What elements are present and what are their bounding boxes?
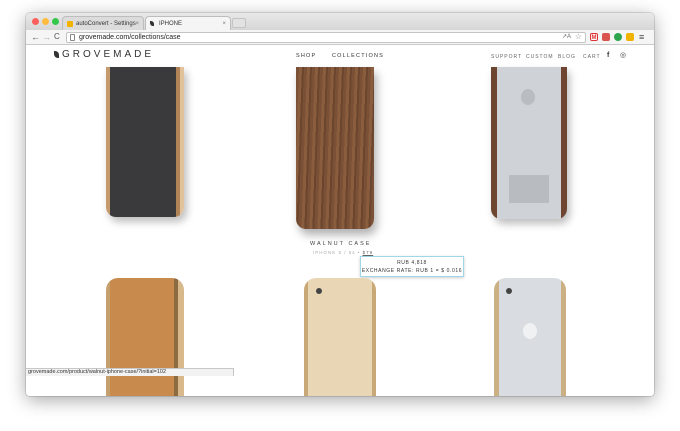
url-text: grovemade.com/collections/case: [79, 34, 181, 41]
forward-button[interactable]: →: [42, 31, 51, 43]
product-leather-case-image[interactable]: [106, 278, 184, 396]
tab-iphone[interactable]: IPHONE ×: [145, 16, 231, 30]
nav-collections[interactable]: COLLECTIONS: [332, 53, 384, 59]
product-walnut-bumper-image[interactable]: [491, 67, 567, 219]
minimize-window-button[interactable]: [42, 18, 49, 25]
menu-icon[interactable]: ≡: [639, 31, 644, 43]
camera-icon: [316, 288, 322, 294]
new-tab-button[interactable]: [232, 18, 246, 28]
product-subtitle: IPHONE 5 / 5s • $79: [313, 250, 374, 255]
back-button[interactable]: ←: [31, 31, 40, 43]
web-page: GROVEMADE SHOP COLLECTIONS SUPPORT CUSTO…: [26, 45, 654, 396]
product-price[interactable]: $79: [363, 250, 374, 255]
reload-button[interactable]: C: [54, 31, 60, 43]
product-walnut-case-image[interactable]: [296, 67, 374, 229]
translate-icon[interactable]: ↗A: [562, 33, 571, 42]
nav-blog[interactable]: BLOG: [558, 54, 576, 60]
tab-autoconvert-settings[interactable]: autoConvert - Settings ×: [62, 16, 144, 30]
page-icon: [70, 34, 75, 41]
leaf-logo-icon: [54, 51, 59, 58]
tooltip-exchange-rate: EXCHANGE RATE: RUB 1 = $ 0.016: [361, 268, 463, 274]
nav-cart[interactable]: CART: [583, 54, 601, 60]
nav-support[interactable]: SUPPORT: [491, 54, 522, 60]
apple-logo-icon: [521, 89, 535, 105]
browser-toolbar: ← → C grovemade.com/collections/case ↗A …: [26, 30, 654, 45]
autoconvert-icon: [67, 21, 73, 27]
browser-window: autoConvert - Settings × IPHONE × ← → C …: [26, 13, 654, 396]
product-name[interactable]: WALNUT CASE: [310, 241, 371, 247]
grovemade-favicon-icon: [150, 21, 154, 26]
bookmark-star-icon[interactable]: ☆: [575, 32, 582, 41]
tab-close-icon[interactable]: ×: [135, 17, 139, 30]
autoconvert-extension-icon[interactable]: [626, 33, 634, 41]
gmail-icon[interactable]: M: [590, 33, 598, 41]
address-bar[interactable]: grovemade.com/collections/case ↗A ☆: [66, 32, 586, 43]
tooltip-converted-price: RUB 4,818: [397, 260, 427, 266]
apple-logo-icon: [523, 323, 537, 339]
product-black-case-image[interactable]: [106, 67, 184, 217]
status-bar: grovemade.com/product/walnut-iphone-case…: [26, 368, 234, 376]
phone-label-area: [509, 175, 549, 203]
pocket-icon[interactable]: [602, 33, 610, 41]
tab-close-icon[interactable]: ×: [222, 17, 226, 30]
close-window-button[interactable]: [32, 18, 39, 25]
currency-tooltip: RUB 4,818 EXCHANGE RATE: RUB 1 = $ 0.016: [360, 256, 464, 277]
tab-bar: autoConvert - Settings × IPHONE ×: [26, 13, 654, 30]
product-maple-case-image[interactable]: [304, 278, 376, 396]
instagram-icon[interactable]: ◎: [620, 51, 626, 59]
site-header: GROVEMADE SHOP COLLECTIONS SUPPORT CUSTO…: [26, 45, 654, 65]
product-silver-bumper-image[interactable]: [494, 278, 566, 396]
nav-shop[interactable]: SHOP: [296, 53, 316, 59]
nav-custom[interactable]: CUSTOM: [526, 54, 554, 60]
facebook-icon[interactable]: f: [607, 52, 609, 59]
extension-green-icon[interactable]: [614, 33, 622, 41]
grovemade-logo[interactable]: GROVEMADE: [54, 50, 154, 60]
maximize-window-button[interactable]: [52, 18, 59, 25]
camera-icon: [506, 288, 512, 294]
